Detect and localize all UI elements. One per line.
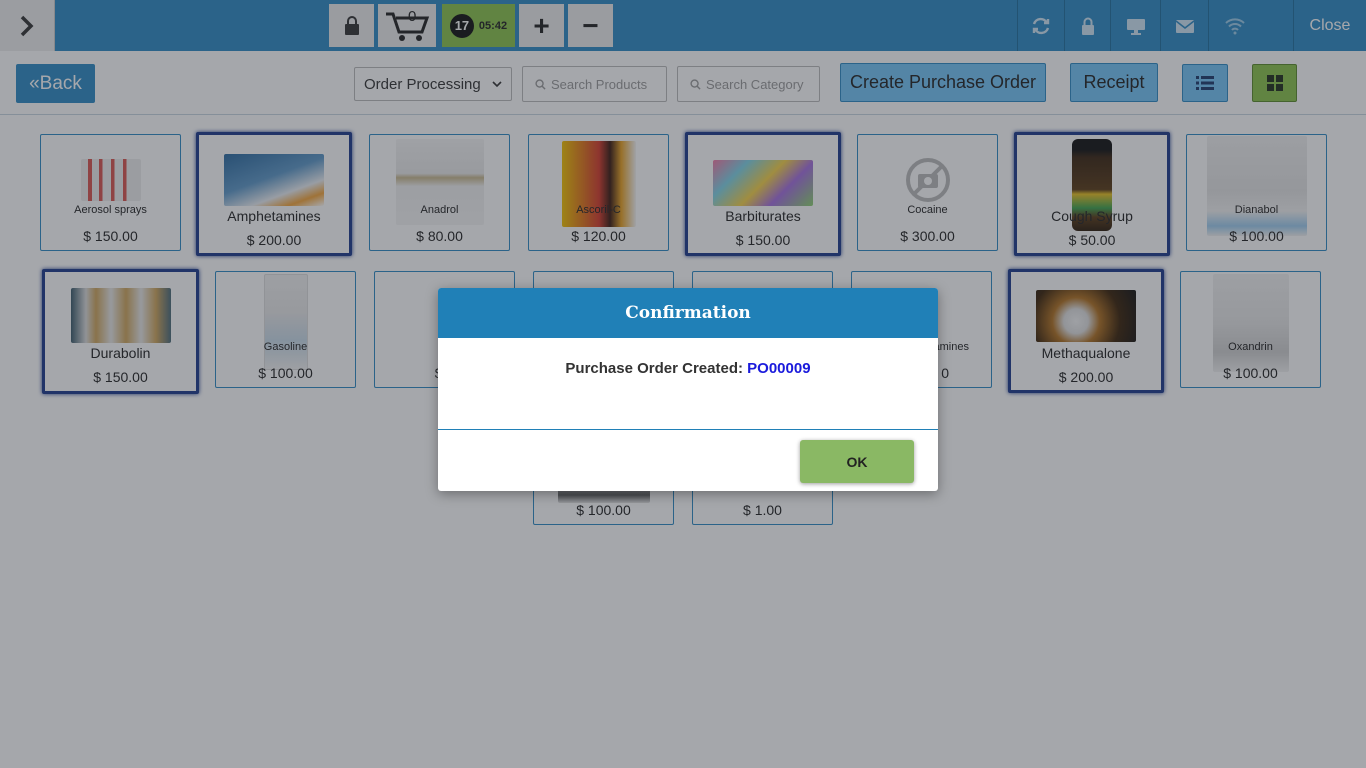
ok-button[interactable]: OK bbox=[800, 440, 914, 483]
confirmation-dialog: Confirmation Purchase Order Created: PO0… bbox=[438, 288, 938, 491]
dialog-message-prefix: Purchase Order Created: bbox=[565, 360, 748, 377]
purchase-order-number: PO00009 bbox=[747, 360, 811, 377]
dialog-message: Purchase Order Created: PO00009 bbox=[438, 338, 938, 430]
dialog-title: Confirmation bbox=[438, 288, 938, 338]
